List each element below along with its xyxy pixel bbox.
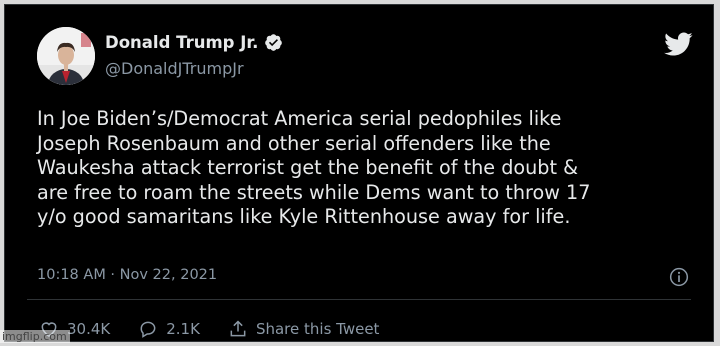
avatar[interactable] <box>37 27 95 85</box>
reply-icon <box>140 321 156 338</box>
action-bar: 30.4K 2.1K Share this Tweet <box>39 319 407 339</box>
author-name-row[interactable]: Donald Trump Jr. <box>105 33 283 52</box>
watermark: imgflip.com <box>0 330 70 343</box>
share-icon <box>230 320 246 337</box>
like-count: 30.4K <box>67 320 111 338</box>
share-label: Share this Tweet <box>255 320 380 338</box>
tweet-timestamp[interactable]: 10:18 AM · Nov 22, 2021 <box>37 267 217 283</box>
share-button[interactable]: Share this Tweet <box>228 319 379 339</box>
twitter-bird-icon[interactable] <box>663 31 693 57</box>
author-display-name[interactable]: Donald Trump Jr. <box>105 33 258 52</box>
reply-count: 2.1K <box>166 320 200 338</box>
verified-badge-icon <box>265 34 283 51</box>
reply-button[interactable]: 2.1K <box>138 319 200 339</box>
tweet-card: Donald Trump Jr. @DonaldJTrumpJr In Joe … <box>4 4 714 342</box>
tweet-text: In Joe Biden’s/Democrat America serial p… <box>37 107 591 228</box>
author-handle[interactable]: @DonaldJTrumpJr <box>105 59 244 78</box>
divider <box>27 299 691 300</box>
info-icon[interactable] <box>669 267 689 287</box>
